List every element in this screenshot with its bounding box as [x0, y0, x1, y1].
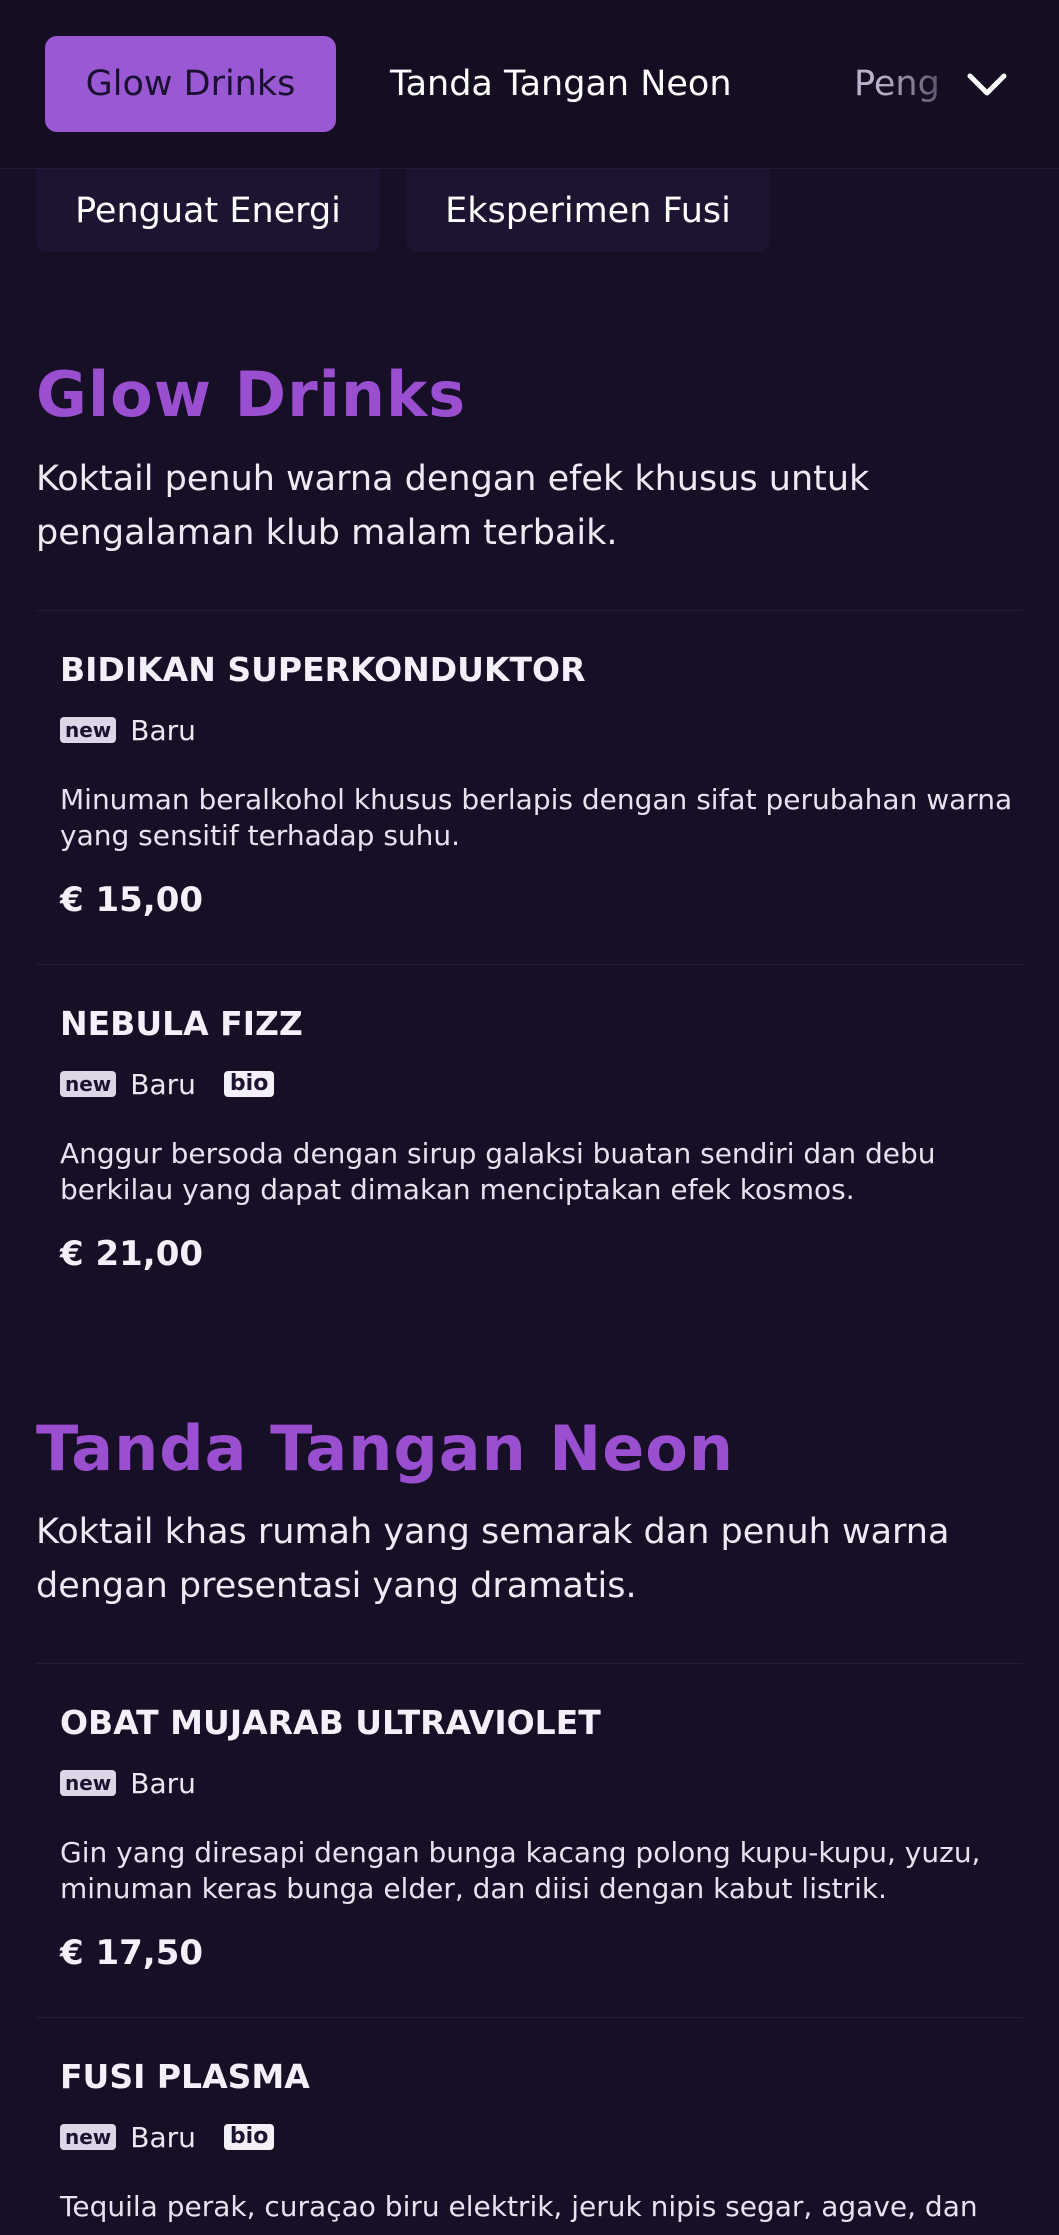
new-label: Baru	[130, 2120, 196, 2154]
item-description: Gin yang diresapi dengan bunga kacang po…	[60, 1836, 981, 1905]
section-description: Koktail penuh warna dengan efek khusus u…	[36, 459, 870, 553]
divider	[36, 610, 1023, 611]
item-name: NEBULA FIZZ	[60, 1004, 303, 1043]
item-tags: new Baru	[60, 1766, 210, 1800]
item-name: BIDIKAN SUPERKONDUKTOR	[60, 650, 586, 689]
new-label: Baru	[130, 713, 196, 747]
new-label: Baru	[130, 1766, 196, 1800]
section-description: Koktail khas rumah yang semarak dan penu…	[36, 1512, 950, 1606]
item-name: OBAT MUJARAB ULTRAVIOLET	[60, 1703, 601, 1742]
item-description: Minuman beralkohol khusus berlapis denga…	[60, 783, 1013, 852]
item-tags: new Baru bio	[60, 2120, 275, 2154]
tab-penguat-energi[interactable]: Penguat Energi	[36, 169, 380, 252]
category-nav: Glow Drinks Tanda Tangan Neon Peng	[0, 0, 1059, 169]
item-description: Tequila perak, curaçao biru elektrik, je…	[60, 2190, 978, 2223]
bio-badge: bio	[223, 2124, 275, 2150]
new-badge: new	[60, 2124, 117, 2150]
bio-badge: bio	[223, 1071, 275, 1097]
section-title-glow-drinks: Glow Drinks	[36, 358, 467, 431]
new-label: Baru	[130, 1067, 196, 1101]
item-description: Anggur bersoda dengan sirup galaksi buat…	[60, 1137, 936, 1206]
tab-glow-drinks[interactable]: Glow Drinks	[45, 36, 336, 132]
tab-eksperimen-fusi[interactable]: Eksperimen Fusi	[406, 169, 770, 252]
tab-tanda-tangan-neon[interactable]: Tanda Tangan Neon	[390, 36, 732, 132]
item-tags: new Baru bio	[60, 1067, 275, 1101]
item-price: € 21,00	[60, 1234, 204, 1274]
new-badge: new	[60, 1770, 117, 1796]
chevron-down-icon[interactable]	[962, 60, 1012, 110]
divider	[36, 964, 1023, 965]
item-price: € 17,50	[60, 1933, 204, 1973]
divider	[36, 1663, 1023, 1664]
item-tags: new Baru	[60, 713, 210, 747]
divider	[36, 2017, 1023, 2018]
item-price: € 15,00	[60, 880, 204, 920]
item-name: FUSI PLASMA	[60, 2057, 310, 2096]
section-title-tanda-tangan-neon: Tanda Tangan Neon	[36, 1412, 734, 1485]
new-badge: new	[60, 1071, 117, 1097]
new-badge: new	[60, 717, 117, 743]
